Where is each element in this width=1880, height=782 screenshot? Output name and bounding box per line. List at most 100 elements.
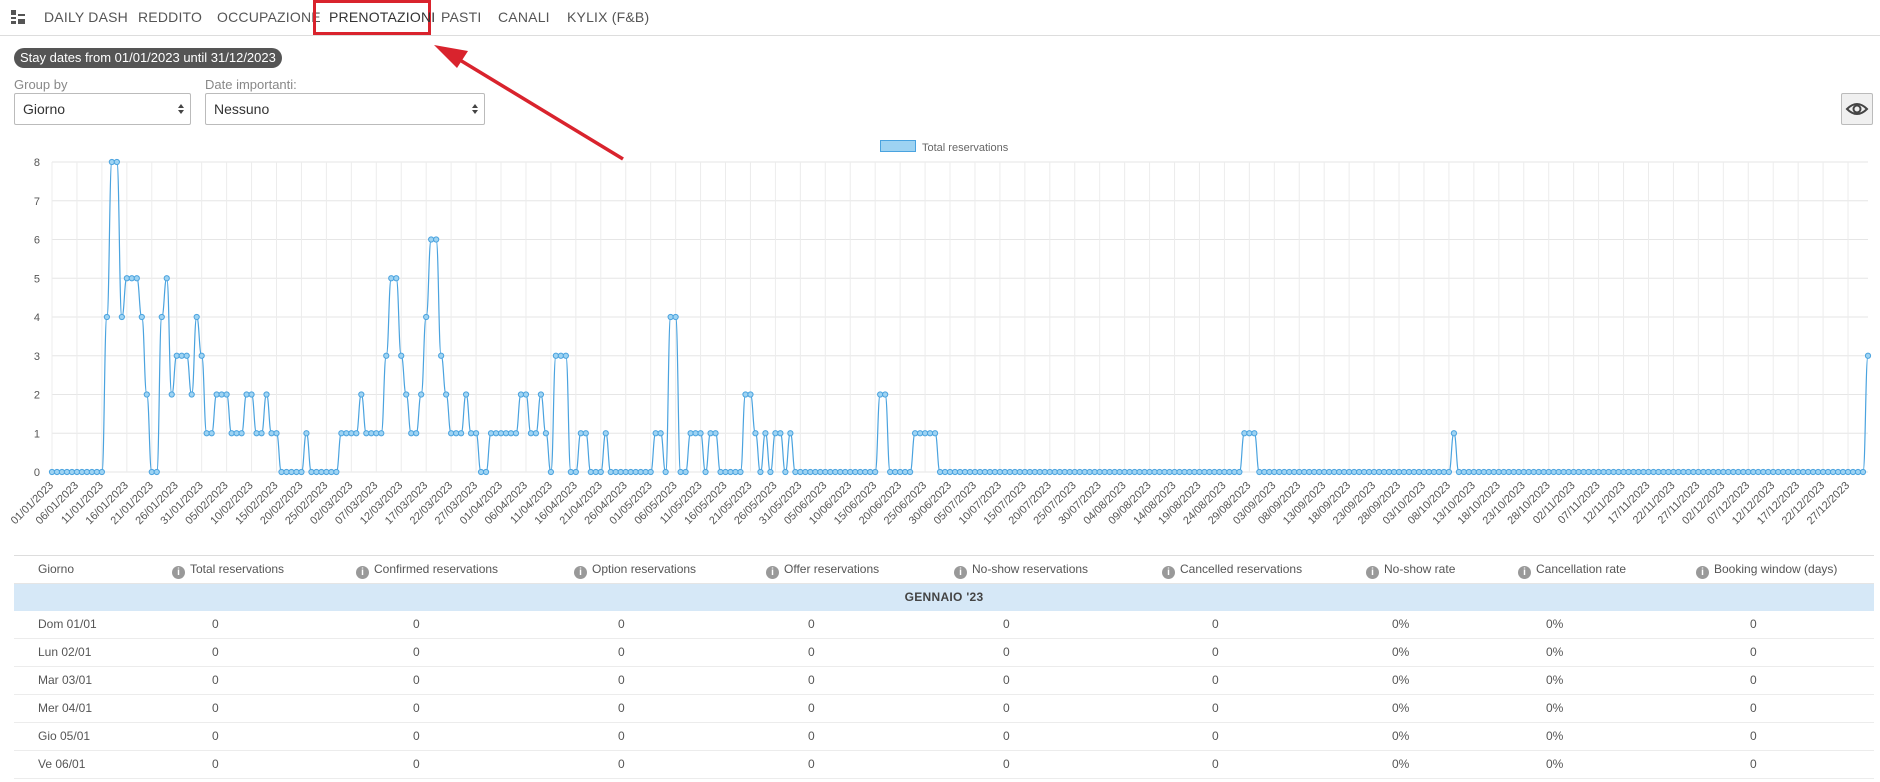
- data-point: [1116, 468, 1123, 476]
- data-point: [1675, 468, 1682, 476]
- row-value-cell: 0: [1003, 757, 1010, 771]
- data-point: [1256, 468, 1263, 476]
- column-header[interactable]: i Cancellation rate: [1518, 556, 1626, 583]
- row-value-cell: 0: [1750, 729, 1757, 743]
- column-header[interactable]: i Offer reservations: [766, 556, 879, 583]
- data-point: [1101, 468, 1108, 476]
- data-point: [1815, 468, 1822, 476]
- info-icon[interactable]: i: [574, 566, 587, 579]
- column-header[interactable]: i No-show rate: [1366, 556, 1455, 583]
- row-value-cell: 0: [618, 757, 625, 771]
- row-value-cell: 0: [413, 729, 420, 743]
- data-point: [1560, 468, 1567, 476]
- select-arrows-icon: [472, 104, 478, 114]
- data-point: [413, 430, 420, 437]
- data-point: [1854, 468, 1862, 476]
- data-point: [877, 391, 884, 398]
- data-point: [1331, 468, 1338, 476]
- data-point: [517, 391, 525, 398]
- data-point: [318, 468, 325, 476]
- data-point: [1445, 468, 1453, 476]
- data-point: [477, 468, 485, 476]
- data-point: [1036, 468, 1043, 476]
- data-point: [83, 468, 91, 476]
- row-value-cell: 0: [413, 645, 420, 659]
- data-point: [1121, 468, 1128, 476]
- row-value-cell: 0: [1003, 617, 1010, 631]
- row-value-cell: 0: [808, 757, 815, 771]
- info-icon[interactable]: i: [172, 566, 185, 579]
- data-point: [916, 430, 924, 437]
- data-point: [662, 468, 669, 476]
- data-point: [1685, 468, 1692, 476]
- data-point: [1565, 468, 1572, 476]
- row-value-cell: 0: [1212, 757, 1219, 771]
- data-point: [657, 430, 664, 437]
- data-point: [622, 468, 629, 476]
- data-point: [1670, 468, 1677, 476]
- data-point: [1665, 468, 1672, 476]
- data-point: [293, 468, 300, 476]
- info-icon[interactable]: i: [356, 566, 369, 579]
- column-header[interactable]: i Confirmed reservations: [356, 556, 498, 583]
- info-icon[interactable]: i: [766, 566, 779, 579]
- data-point: [976, 468, 984, 476]
- data-point: [931, 430, 939, 437]
- column-header[interactable]: i No-show reservations: [954, 556, 1088, 583]
- data-point: [852, 468, 859, 476]
- data-point: [1056, 468, 1063, 476]
- data-point: [1450, 430, 1458, 437]
- info-icon[interactable]: i: [1696, 566, 1709, 579]
- data-point: [268, 430, 275, 437]
- column-header[interactable]: i Cancelled reservations: [1162, 556, 1302, 583]
- column-header[interactable]: Giorno: [38, 556, 74, 583]
- column-header[interactable]: i Total reservations: [172, 556, 284, 583]
- group-by-select[interactable]: Giorno: [14, 93, 191, 125]
- data-point: [787, 430, 794, 437]
- data-point: [1131, 468, 1138, 476]
- column-header[interactable]: i Booking window (days): [1696, 556, 1837, 583]
- data-point: [1246, 430, 1253, 437]
- data-point: [1016, 468, 1023, 476]
- data-point: [128, 275, 135, 282]
- y-tick-label: 7: [34, 196, 40, 208]
- info-icon[interactable]: i: [954, 566, 967, 579]
- data-point: [572, 468, 579, 476]
- visibility-toggle-button[interactable]: [1841, 93, 1873, 125]
- info-icon[interactable]: i: [1162, 566, 1175, 579]
- table-row: Lun 02/01 0 0 0 0 0 0 0% 0% 0: [14, 639, 1874, 667]
- data-point: [1251, 430, 1258, 437]
- data-point: [892, 468, 899, 476]
- data-point: [1829, 468, 1837, 476]
- data-point: [253, 430, 260, 437]
- data-point: [991, 468, 999, 476]
- data-point: [1460, 468, 1467, 476]
- data-point: [1470, 468, 1477, 476]
- data-point: [108, 158, 115, 166]
- data-point: [173, 352, 180, 359]
- data-point: [158, 313, 165, 321]
- data-point: [1505, 468, 1512, 476]
- data-point: [1266, 468, 1273, 476]
- data-point: [607, 468, 614, 476]
- data-point: [617, 468, 624, 476]
- data-point: [208, 430, 215, 437]
- row-value-cell: 0: [1750, 757, 1757, 771]
- important-dates-select[interactable]: Nessuno: [205, 93, 485, 125]
- table-row: Gio 05/01 0 0 0 0 0 0 0% 0% 0: [14, 723, 1874, 751]
- row-date-cell: Dom 01/01: [38, 617, 97, 631]
- column-header[interactable]: i Option reservations: [574, 556, 696, 583]
- data-point: [1580, 468, 1587, 476]
- data-point: [1765, 468, 1772, 476]
- y-tick-label: 3: [34, 351, 40, 363]
- data-point: [1585, 468, 1592, 476]
- data-point: [986, 468, 994, 476]
- data-point: [812, 468, 819, 476]
- data-point: [193, 313, 200, 321]
- row-value-cell: 0: [808, 645, 815, 659]
- data-point: [1216, 468, 1223, 476]
- column-header-label: Total reservations: [190, 562, 285, 576]
- info-icon[interactable]: i: [1518, 566, 1531, 579]
- data-point: [1181, 468, 1188, 476]
- info-icon[interactable]: i: [1366, 566, 1379, 579]
